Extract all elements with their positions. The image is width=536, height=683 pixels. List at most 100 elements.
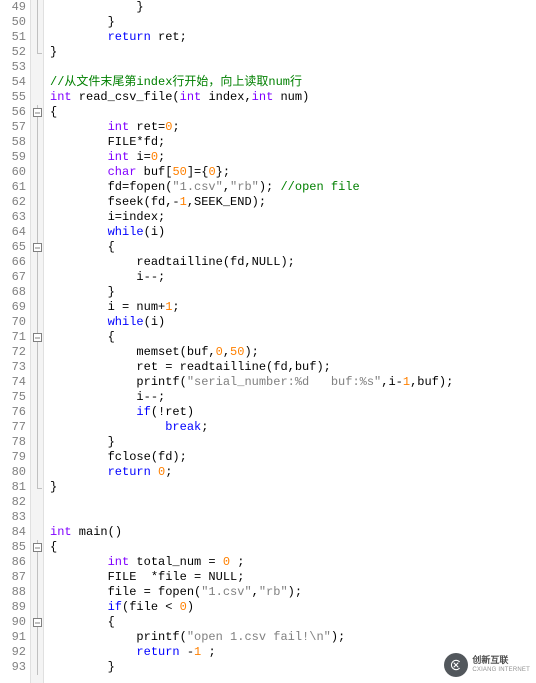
line-number: 78 — [0, 435, 26, 450]
code-line: i=index; — [50, 210, 536, 225]
fold-toggle-icon[interactable] — [31, 330, 43, 345]
line-number: 81 — [0, 480, 26, 495]
code-area: } } return ret;}//从文件末尾第index行开始，向上读取num… — [44, 0, 536, 683]
fold-blank — [31, 510, 43, 525]
watermark-text: 创新互联 CXIANG INTERNET — [472, 655, 530, 675]
fold-guide — [31, 375, 43, 390]
line-number: 72 — [0, 345, 26, 360]
line-number: 84 — [0, 525, 26, 540]
code-line: } — [50, 45, 536, 60]
code-editor: 4950515253545556575859606162636465666768… — [0, 0, 536, 683]
code-line: { — [50, 540, 536, 555]
code-line: int read_csv_file(int index,int num) — [50, 90, 536, 105]
fold-guide — [31, 555, 43, 570]
fold-guide — [31, 390, 43, 405]
fold-guide — [31, 570, 43, 585]
line-number: 51 — [0, 30, 26, 45]
line-number: 80 — [0, 465, 26, 480]
line-number: 87 — [0, 570, 26, 585]
fold-guide — [31, 435, 43, 450]
fold-end — [31, 480, 43, 495]
fold-toggle-icon[interactable] — [31, 540, 43, 555]
line-number: 58 — [0, 135, 26, 150]
code-line: if(file < 0) — [50, 600, 536, 615]
code-line: } — [50, 15, 536, 30]
fold-guide — [31, 585, 43, 600]
line-number: 65 — [0, 240, 26, 255]
code-line: { — [50, 105, 536, 120]
code-line — [50, 510, 536, 525]
line-number: 59 — [0, 150, 26, 165]
watermark-logo-icon — [444, 653, 468, 677]
fold-toggle-icon[interactable] — [31, 615, 43, 630]
code-line: fd=fopen("1.csv","rb"); //open file — [50, 180, 536, 195]
line-number: 64 — [0, 225, 26, 240]
fold-guide — [31, 225, 43, 240]
code-line — [50, 60, 536, 75]
code-line: FILE *file = NULL; — [50, 570, 536, 585]
line-number: 57 — [0, 120, 26, 135]
line-number: 60 — [0, 165, 26, 180]
fold-toggle-icon[interactable] — [31, 105, 43, 120]
line-number: 86 — [0, 555, 26, 570]
line-number: 83 — [0, 510, 26, 525]
line-number: 63 — [0, 210, 26, 225]
fold-guide — [31, 0, 43, 15]
code-line: while(i) — [50, 315, 536, 330]
fold-blank — [31, 495, 43, 510]
fold-guide — [31, 30, 43, 45]
line-number: 77 — [0, 420, 26, 435]
fold-toggle-icon[interactable] — [31, 240, 43, 255]
code-line: FILE*fd; — [50, 135, 536, 150]
fold-guide — [31, 450, 43, 465]
fold-guide — [31, 360, 43, 375]
line-number: 66 — [0, 255, 26, 270]
fold-end — [31, 45, 43, 60]
line-number: 79 — [0, 450, 26, 465]
line-number: 85 — [0, 540, 26, 555]
line-number: 49 — [0, 0, 26, 15]
fold-guide — [31, 270, 43, 285]
line-number: 76 — [0, 405, 26, 420]
line-number: 82 — [0, 495, 26, 510]
code-line: while(i) — [50, 225, 536, 240]
code-line: { — [50, 330, 536, 345]
fold-gutter — [30, 0, 44, 683]
code-line: } — [50, 0, 536, 15]
code-line: { — [50, 240, 536, 255]
line-number: 70 — [0, 315, 26, 330]
code-line: ret = readtailline(fd,buf); — [50, 360, 536, 375]
line-number: 67 — [0, 270, 26, 285]
line-number: 61 — [0, 180, 26, 195]
fold-guide — [31, 345, 43, 360]
line-number-gutter: 4950515253545556575859606162636465666768… — [0, 0, 30, 683]
code-line: i--; — [50, 390, 536, 405]
line-number: 71 — [0, 330, 26, 345]
code-line: { — [50, 615, 536, 630]
line-number: 52 — [0, 45, 26, 60]
code-line: readtailline(fd,NULL); — [50, 255, 536, 270]
code-line: } — [50, 480, 536, 495]
line-number: 88 — [0, 585, 26, 600]
code-line: int total_num = 0 ; — [50, 555, 536, 570]
watermark-subtitle: CXIANG INTERNET — [472, 665, 530, 675]
watermark-title: 创新互联 — [472, 655, 530, 665]
line-number: 91 — [0, 630, 26, 645]
code-line: return 0; — [50, 465, 536, 480]
code-line — [50, 495, 536, 510]
line-number: 73 — [0, 360, 26, 375]
fold-guide — [31, 285, 43, 300]
fold-guide — [31, 255, 43, 270]
fold-blank — [31, 90, 43, 105]
fold-guide — [31, 300, 43, 315]
code-line: if(!ret) — [50, 405, 536, 420]
fold-guide — [31, 165, 43, 180]
code-line: i = num+1; — [50, 300, 536, 315]
code-line: int main() — [50, 525, 536, 540]
fold-guide — [31, 405, 43, 420]
code-line: } — [50, 435, 536, 450]
fold-blank — [31, 525, 43, 540]
code-line: file = fopen("1.csv","rb"); — [50, 585, 536, 600]
code-line: int ret=0; — [50, 120, 536, 135]
fold-guide — [31, 135, 43, 150]
